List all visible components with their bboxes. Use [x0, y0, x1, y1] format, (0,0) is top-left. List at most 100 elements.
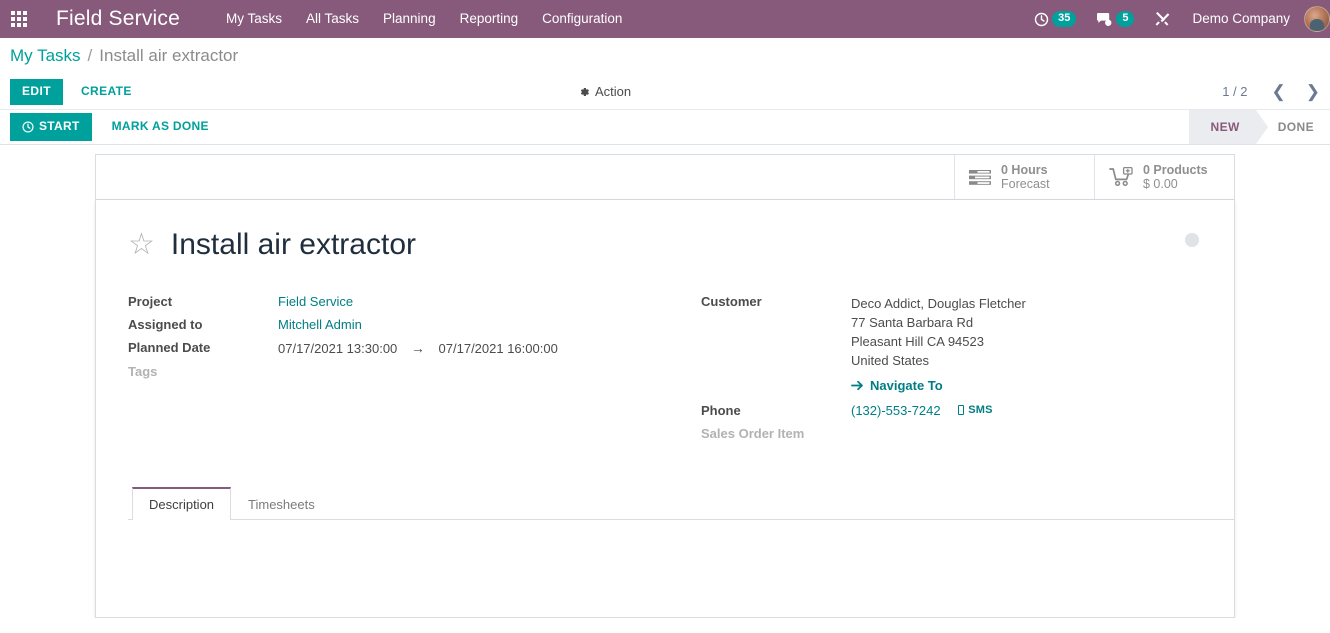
project-link[interactable]: Field Service	[278, 294, 353, 309]
record-title-row: ☆ Install air extractor	[128, 216, 1202, 262]
activities-menu-button[interactable]: 35	[1024, 0, 1086, 38]
smart-button-products-amount: $ 0.00	[1143, 177, 1178, 191]
menu-item-planning[interactable]: Planning	[371, 0, 448, 38]
page-title: Install air extractor	[170, 228, 416, 261]
field-row-planned-date: Planned Date 07/17/2021 13:30:00 → 07/17…	[128, 340, 665, 364]
user-avatar[interactable]	[1304, 6, 1330, 32]
stage-new[interactable]: NEW	[1188, 110, 1268, 144]
menu-item-my-tasks[interactable]: My Tasks	[214, 0, 294, 38]
customer-address-line2: Pleasant Hill CA 94523	[851, 334, 984, 349]
field-value-sales-order-item[interactable]	[851, 426, 1202, 449]
edit-button[interactable]: EDIT	[10, 78, 63, 105]
arrow-right-icon: →	[410, 340, 425, 356]
customer-address-line1: 77 Santa Barbara Rd	[851, 315, 974, 330]
field-row-sales-order-item: Sales Order Item	[701, 426, 1202, 449]
sms-button[interactable]: SMS	[958, 404, 992, 416]
main-menu: My Tasks All Tasks Planning Reporting Co…	[214, 0, 634, 38]
field-group-right: Customer Deco Addict, Douglas Fletcher 7…	[665, 294, 1202, 449]
sms-label: SMS	[968, 404, 993, 416]
tab-timesheets[interactable]: Timesheets	[231, 487, 332, 520]
stage-pipeline: NEW DONE	[1188, 110, 1330, 144]
field-label-tags: Tags	[128, 364, 158, 379]
field-value-phone: (132)-553-7242 SMS	[851, 403, 1202, 426]
smart-button-hours-text: 0 Hours Forecast	[1001, 163, 1050, 191]
field-label-phone: Phone	[701, 403, 741, 418]
field-label-sales-order-item: Sales Order Item	[701, 426, 805, 441]
smart-button-hours-forecast[interactable]: 0 Hours Forecast	[954, 155, 1094, 199]
pager: 1 / 2 ❮ ❯	[1222, 82, 1330, 102]
tab-description[interactable]: Description	[132, 487, 232, 520]
field-row-tags: Tags	[128, 364, 665, 387]
clock-icon	[1034, 12, 1049, 26]
field-label-assigned-to: Assigned to	[128, 317, 203, 332]
customer-link[interactable]: Deco Addict, Douglas Fletcher	[851, 294, 1202, 313]
field-label-customer: Customer	[701, 294, 762, 309]
form-status-bar: START MARK AS DONE NEW DONE	[0, 109, 1330, 145]
menu-item-configuration[interactable]: Configuration	[530, 0, 634, 38]
action-menu-button[interactable]: Action	[578, 84, 631, 99]
pager-count: 1 / 2	[1222, 84, 1248, 99]
start-button-label: START	[39, 119, 80, 133]
breadcrumb-parent-link[interactable]: My Tasks	[10, 46, 81, 66]
gear-icon	[580, 87, 589, 96]
debug-menu-button[interactable]	[1144, 0, 1180, 38]
smart-button-box: 0 Hours Forecast 0 Products $ 0.00	[95, 154, 1235, 200]
form-view: 0 Hours Forecast 0 Products $ 0.00 ☆ Ins…	[0, 145, 1330, 618]
field-row-project: Project Field Service	[128, 294, 665, 317]
messaging-menu-button[interactable]: 5	[1086, 0, 1144, 38]
navigate-to-label: Navigate To	[870, 378, 943, 393]
planned-date-start: 07/17/2021 13:30:00	[278, 341, 398, 356]
breadcrumb-separator: /	[87, 46, 93, 65]
planned-date-end: 07/17/2021 16:00:00	[438, 341, 558, 356]
action-menu-label: Action	[595, 84, 632, 99]
breadcrumb: My Tasks / Install air extractor	[0, 38, 1330, 74]
apps-menu-button[interactable]	[0, 0, 38, 38]
app-brand-name[interactable]: Field Service	[56, 7, 180, 31]
menu-item-reporting[interactable]: Reporting	[448, 0, 531, 38]
control-panel: EDIT CREATE Action 1 / 2 ❮ ❯	[0, 74, 1330, 109]
field-value-project: Field Service	[278, 294, 665, 317]
field-group-container: Project Field Service Assigned to Mitche…	[128, 294, 1202, 449]
company-switcher[interactable]: Demo Company	[1180, 0, 1302, 38]
activities-count-badge: 35	[1052, 11, 1077, 27]
mobile-phone-icon	[958, 405, 965, 415]
field-label-planned-date: Planned Date	[128, 340, 211, 355]
menu-item-all-tasks[interactable]: All Tasks	[294, 0, 371, 38]
customer-address-country: United States	[851, 353, 930, 368]
field-group-left: Project Field Service Assigned to Mitche…	[128, 294, 665, 449]
field-row-phone: Phone (132)-553-7242 SMS	[701, 403, 1202, 426]
kanban-state-dot[interactable]	[1185, 233, 1199, 247]
arrow-right-icon	[851, 380, 863, 391]
field-row-assigned-to: Assigned to Mitchell Admin	[128, 317, 665, 340]
assigned-user-link[interactable]: Mitchell Admin	[278, 317, 362, 332]
notebook-tabs: Description Timesheets	[128, 486, 1234, 520]
field-value-assigned-to: Mitchell Admin	[278, 317, 665, 340]
messages-count-badge: 5	[1116, 11, 1135, 27]
navigate-to-button[interactable]: Navigate To	[851, 378, 943, 393]
smart-button-products[interactable]: 0 Products $ 0.00	[1094, 155, 1234, 199]
top-navbar: Field Service My Tasks All Tasks Plannin…	[0, 0, 1330, 38]
smart-button-hours-label: Forecast	[1001, 177, 1050, 191]
field-value-tags[interactable]	[278, 364, 665, 387]
field-row-customer: Customer Deco Addict, Douglas Fletcher 7…	[701, 294, 1202, 403]
smart-button-products-value: 0 Products	[1143, 163, 1208, 177]
form-sheet: ☆ Install air extractor Project Field Se…	[95, 200, 1235, 618]
pager-next-button[interactable]: ❯	[1296, 82, 1330, 102]
smart-button-hours-value: 0 Hours	[1001, 163, 1048, 177]
sheet-wrapper: 0 Hours Forecast 0 Products $ 0.00 ☆ Ins…	[95, 154, 1235, 618]
star-outline-icon[interactable]: ☆	[128, 230, 155, 260]
phone-link[interactable]: (132)-553-7242	[851, 403, 941, 418]
start-button[interactable]: START	[10, 113, 92, 141]
shopping-cart-icon	[1109, 167, 1133, 187]
breadcrumb-current: Install air extractor	[99, 46, 239, 65]
systray: 35 5 Demo Company	[1024, 0, 1330, 38]
create-button[interactable]: CREATE	[69, 79, 144, 105]
field-value-customer: Deco Addict, Douglas Fletcher 77 Santa B…	[851, 294, 1202, 403]
tools-icon	[1156, 12, 1170, 26]
pager-previous-button[interactable]: ❮	[1262, 82, 1296, 102]
mark-as-done-button[interactable]: MARK AS DONE	[100, 114, 221, 140]
clock-icon	[22, 120, 34, 133]
field-value-planned-date: 07/17/2021 13:30:00 → 07/17/2021 16:00:0…	[278, 340, 665, 364]
field-label-project: Project	[128, 294, 173, 309]
tab-panel-description[interactable]	[128, 520, 1234, 617]
